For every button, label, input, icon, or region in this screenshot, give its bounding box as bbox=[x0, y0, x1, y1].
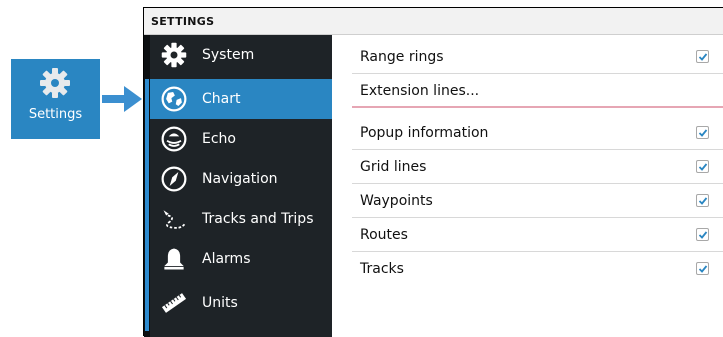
sidebar-item-echo[interactable]: Echo bbox=[150, 119, 332, 159]
popup-information-checkbox[interactable] bbox=[696, 126, 709, 139]
bell-icon bbox=[156, 241, 192, 277]
setting-label: Waypoints bbox=[360, 193, 433, 209]
sidebar-item-units[interactable]: Units bbox=[150, 283, 332, 323]
panel-header: SETTINGS bbox=[144, 8, 723, 35]
setting-row-extension-lines[interactable]: Extension lines... bbox=[352, 74, 723, 108]
gear-icon bbox=[39, 67, 71, 99]
setting-label: Popup information bbox=[360, 125, 489, 141]
setting-label: Grid lines bbox=[360, 159, 427, 175]
waypoints-checkbox[interactable] bbox=[696, 194, 709, 207]
compass-icon bbox=[156, 161, 192, 197]
sidebar-item-chart[interactable]: Chart bbox=[150, 79, 332, 119]
range-rings-checkbox[interactable] bbox=[696, 50, 709, 63]
chart-icon bbox=[156, 81, 192, 117]
sidebar-item-label: Chart bbox=[202, 91, 241, 107]
panel-title: SETTINGS bbox=[151, 15, 215, 28]
setting-label: Routes bbox=[360, 227, 408, 243]
setting-label: Range rings bbox=[360, 49, 444, 65]
sidebar-item-tracks-and-trips[interactable]: Tracks and Trips bbox=[150, 199, 332, 239]
sidebar-item-navigation[interactable]: Navigation bbox=[150, 159, 332, 199]
setting-label: Tracks bbox=[360, 261, 404, 277]
setting-row-popup-information[interactable]: Popup information bbox=[352, 116, 723, 150]
sidebar-item-label: Echo bbox=[202, 131, 236, 147]
arrow-right-icon bbox=[102, 86, 142, 112]
setting-row-waypoints[interactable]: Waypoints bbox=[352, 184, 723, 218]
routes-checkbox[interactable] bbox=[696, 228, 709, 241]
sidebar-item-label: Navigation bbox=[202, 171, 278, 187]
settings-launcher-tile[interactable]: Settings bbox=[11, 59, 100, 139]
sidebar-item-system[interactable]: System bbox=[150, 35, 332, 75]
setting-row-range-rings[interactable]: Range rings bbox=[352, 40, 723, 74]
sidebar-item-label: Alarms bbox=[202, 251, 251, 267]
sidebar-item-label: Units bbox=[202, 295, 238, 311]
settings-panel: SETTINGS System Chart Echo Navigation Tr… bbox=[143, 7, 723, 337]
settings-sidebar: System Chart Echo Navigation Tracks and … bbox=[144, 35, 332, 337]
sidebar-scrollbar[interactable] bbox=[145, 79, 149, 331]
gear-icon bbox=[156, 37, 192, 73]
setting-row-grid-lines[interactable]: Grid lines bbox=[352, 150, 723, 184]
sidebar-item-label: Tracks and Trips bbox=[202, 211, 314, 227]
setting-label: Extension lines... bbox=[360, 83, 480, 99]
chart-settings-list: Range rings Extension lines... Popup inf… bbox=[332, 35, 723, 337]
settings-launcher-label: Settings bbox=[28, 107, 83, 122]
sidebar-item-label: System bbox=[202, 47, 255, 63]
setting-row-routes[interactable]: Routes bbox=[352, 218, 723, 252]
grid-lines-checkbox[interactable] bbox=[696, 160, 709, 173]
echo-icon bbox=[156, 121, 192, 157]
tracks-checkbox[interactable] bbox=[696, 262, 709, 275]
tracks-icon bbox=[156, 201, 192, 237]
sidebar-item-alarms[interactable]: Alarms bbox=[150, 239, 332, 279]
ruler-icon bbox=[156, 285, 192, 321]
setting-row-tracks[interactable]: Tracks bbox=[352, 252, 723, 286]
